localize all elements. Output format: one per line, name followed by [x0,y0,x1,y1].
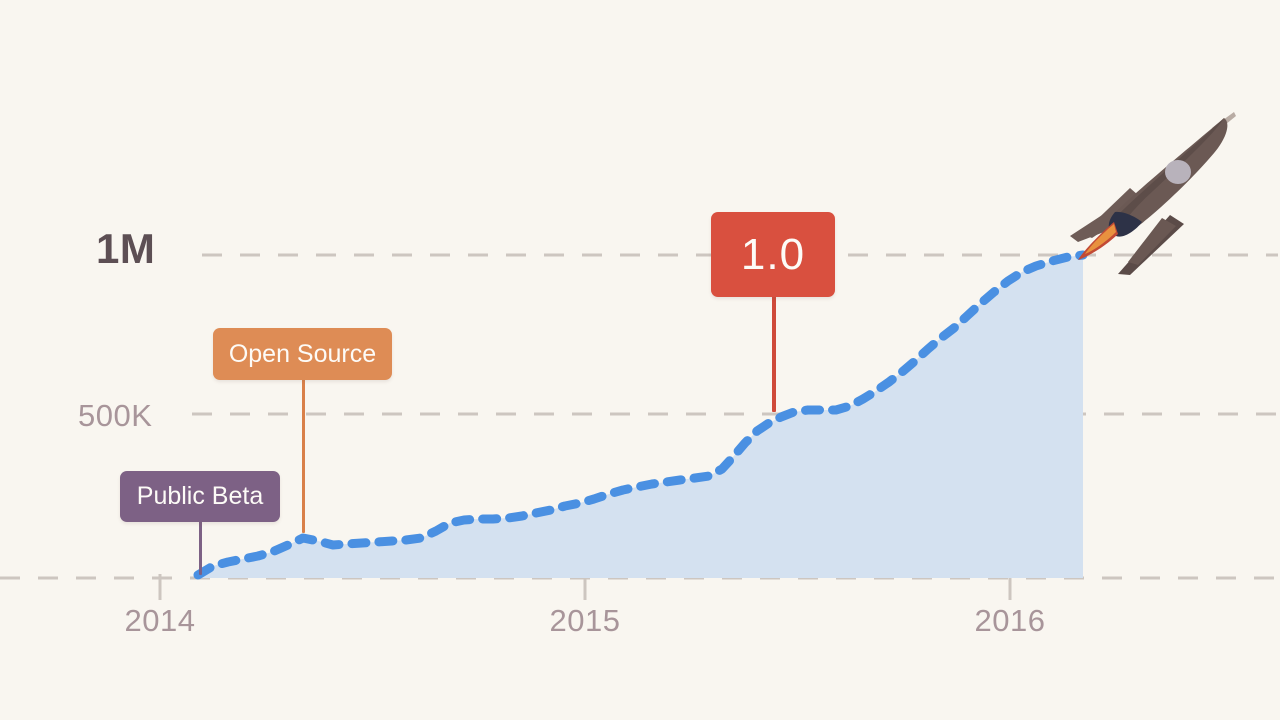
area-fill [198,255,1083,578]
x-axis-label-2014: 2014 [124,603,196,638]
y-axis-label-1m: 1M [96,225,156,272]
annotation-badge-version-one[interactable]: 1.0 [711,212,835,297]
annotation-stem-open-source [302,377,305,533]
y-axis-label-500k: 500K [78,398,153,433]
rocket-porthole [1165,160,1191,184]
annotation-stem-version-one [772,294,776,412]
annotation-badge-open-source[interactable]: Open Source [213,328,392,380]
x-axis-label-2016: 2016 [974,603,1046,638]
rocket-icon [1070,112,1236,275]
annotation-badge-public-beta[interactable]: Public Beta [120,471,280,522]
annotation-stem-public-beta [199,519,202,575]
chart-canvas: 1M 500K 2014 2015 2016 Public Beta Open … [0,0,1280,720]
x-axis-label-2015: 2015 [549,603,621,638]
